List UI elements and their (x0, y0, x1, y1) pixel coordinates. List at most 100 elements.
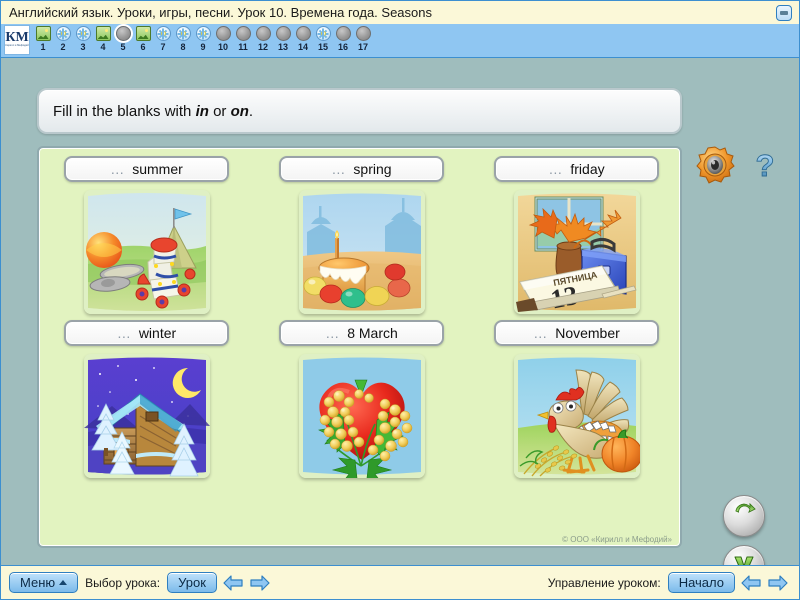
caret-up-icon (59, 580, 68, 585)
snowflake-icon (315, 26, 331, 41)
instruction-word-in: in (195, 102, 209, 120)
nav-item-13[interactable]: 13 (274, 26, 292, 53)
bullet-icon (115, 26, 131, 41)
lesson-next-arrow-icon[interactable] (249, 574, 271, 592)
answer-blank: … (110, 161, 126, 177)
answer-blank: … (548, 161, 564, 177)
nav-item-number: 13 (277, 42, 288, 52)
summer-camp-picture[interactable] (83, 190, 210, 314)
nav-item-number: 3 (80, 42, 86, 52)
start-button-label: Начало (678, 575, 724, 590)
answer-input-summer[interactable]: … summer (64, 156, 229, 182)
minimize-button[interactable] (776, 4, 792, 21)
lesson-stage: Fill in the blanks with in or on. ? … su… (0, 58, 800, 587)
bottom-left-group: Меню Выбор урока: Урок (1, 572, 541, 593)
bottom-toolbar: Меню Выбор урока: Урок Управление уроком… (0, 565, 800, 600)
nav-item-12[interactable]: 12 (254, 26, 272, 53)
instruction-word-on: on (230, 102, 249, 120)
bullet-icon (215, 26, 231, 41)
nav-item-number: 4 (100, 42, 106, 52)
answer-word: summer (132, 161, 183, 177)
nav-item-9[interactable]: 9 (194, 26, 212, 53)
svg-text:?: ? (756, 148, 775, 183)
answer-input-friday[interactable]: … friday (494, 156, 659, 182)
nav-item-number: 15 (317, 42, 328, 52)
snowy-cabin-picture[interactable] (83, 354, 210, 478)
km-logo: КМ Кирилл и Мефодий (4, 25, 30, 55)
nav-item-11[interactable]: 11 (234, 26, 252, 53)
nav-item-7[interactable]: 7 (154, 26, 172, 53)
answer-word: friday (570, 161, 605, 177)
lesson-select-label: Выбор урока: (85, 575, 161, 590)
image-icon (95, 26, 111, 41)
nav-item-5[interactable]: 5 (114, 26, 132, 53)
image-icon (135, 26, 151, 41)
reset-icon (730, 500, 758, 533)
speaker-icon[interactable] (695, 145, 735, 185)
lesson-prev-arrow-icon[interactable] (222, 574, 244, 592)
nav-item-8[interactable]: 8 (174, 26, 192, 53)
nav-item-3[interactable]: 3 (74, 26, 92, 53)
nav-item-number: 6 (140, 42, 146, 52)
instruction-suffix: . (248, 102, 254, 120)
nav-item-14[interactable]: 14 (294, 26, 312, 53)
nav-item-17[interactable]: 17 (354, 26, 372, 53)
step-prev-arrow-icon[interactable] (740, 574, 762, 592)
exercise-item: … 8 March (254, 320, 469, 478)
snowflake-icon (195, 26, 211, 41)
bullet-icon (335, 26, 351, 41)
nav-item-number: 17 (357, 42, 368, 52)
turkey-pumpkin-picture[interactable] (513, 354, 640, 478)
exercise-panel: … summer … spring … friday ПЯТНИЦА … win… (37, 146, 682, 548)
image-icon (35, 26, 51, 41)
start-button[interactable]: Начало (667, 572, 735, 593)
km-logo-mark: КМ (5, 30, 29, 46)
bullet-icon (355, 26, 371, 41)
easter-cake-picture[interactable] (298, 190, 425, 314)
exercise-grid: … summer … spring … friday ПЯТНИЦА … win… (39, 156, 684, 484)
help-icon[interactable]: ? (747, 146, 783, 184)
reset-button[interactable] (723, 495, 765, 537)
step-next-arrow-icon[interactable] (767, 574, 789, 592)
menu-button-label: Меню (20, 575, 56, 590)
answer-input-spring[interactable]: … spring (279, 156, 444, 182)
lesson-button[interactable]: Урок (167, 572, 217, 593)
mimosa-heart-picture[interactable] (298, 354, 425, 478)
page-title: Английский язык. Уроки, игры, песни. Уро… (9, 5, 433, 20)
answer-input-november[interactable]: … November (494, 320, 659, 346)
exercise-item: … summer (39, 156, 254, 314)
menu-button[interactable]: Меню (9, 572, 79, 593)
answer-word: November (555, 325, 620, 341)
nav-item-number: 2 (60, 42, 66, 52)
lesson-control-label: Управление уроком: (547, 575, 661, 590)
instruction-middle: or (208, 102, 231, 120)
nav-item-1[interactable]: 1 (34, 26, 52, 53)
nav-item-16[interactable]: 16 (334, 26, 352, 53)
copyright-notice: © ООО «Кирилл и Мефодий» (562, 535, 672, 544)
nav-item-number: 14 (297, 42, 308, 52)
nav-item-2[interactable]: 2 (54, 26, 72, 53)
answer-word: spring (353, 161, 392, 177)
lesson-button-label: Урок (178, 575, 206, 590)
answer-input-winter[interactable]: … winter (64, 320, 229, 346)
nav-item-number: 8 (180, 42, 186, 52)
answer-input-8-march[interactable]: … 8 March (279, 320, 444, 346)
nav-item-6[interactable]: 6 (134, 26, 152, 53)
nav-item-4[interactable]: 4 (94, 26, 112, 53)
answer-blank: … (533, 325, 549, 341)
answer-word: winter (138, 325, 177, 341)
nav-item-number: 10 (217, 42, 228, 52)
snowflake-icon (75, 26, 91, 41)
bullet-icon (275, 26, 291, 41)
answer-blank: … (325, 325, 341, 341)
exercise-item: … spring (254, 156, 469, 314)
answer-blank: … (116, 325, 132, 341)
lesson-navigation-bar: КМ Кирилл и Мефодий 1 2 3 4 5 6 7 8 9 10 11 12 13 14 1… (0, 24, 800, 58)
answer-word: 8 March (347, 325, 398, 341)
nav-item-list: 1 2 3 4 5 6 7 8 9 10 11 12 13 14 15 16 17 (34, 24, 374, 53)
nav-item-10[interactable]: 10 (214, 26, 232, 53)
answer-blank: … (331, 161, 347, 177)
calendar-friday-13-picture[interactable]: ПЯТНИЦА 13 (513, 190, 640, 314)
bottom-right-group: Управление уроком: Начало (541, 572, 799, 593)
nav-item-15[interactable]: 15 (314, 26, 332, 53)
